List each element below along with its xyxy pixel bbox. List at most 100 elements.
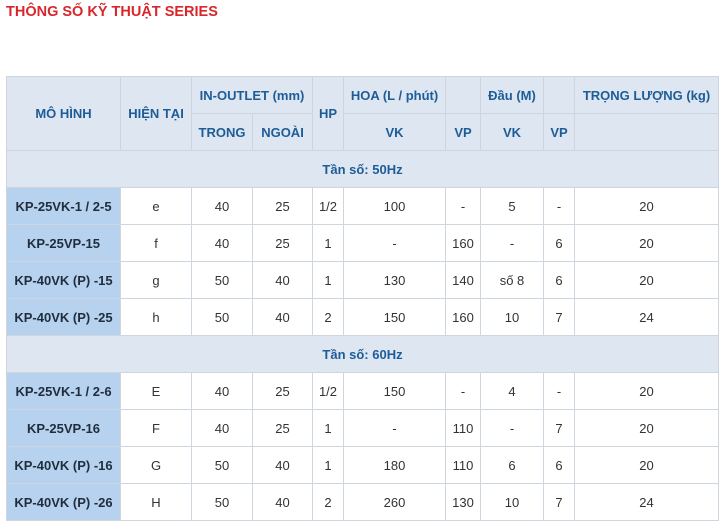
cell-inner: 50 <box>191 298 253 336</box>
cell-flow-vk: - <box>343 224 446 262</box>
cell-head-vp: - <box>543 372 575 410</box>
cell-flow-vk: 180 <box>343 446 446 484</box>
cell-flow-vk: 260 <box>343 483 446 521</box>
table-row: KP-25VK-1 / 2-6 E 40 25 1/2 150-4-20 <box>6 372 719 410</box>
cell-current: H <box>120 483 192 521</box>
table-row: KP-40VK (P) -26 H 50 40 2 260 130 10 7 24 <box>6 483 719 521</box>
header-head: Đầu (M) <box>480 76 544 114</box>
cell-weight: 20 <box>574 446 719 484</box>
table-row: KP-25VP-16 F 40 25 1-110-7 20 <box>6 409 719 447</box>
cell-current: e <box>120 187 192 225</box>
header-inner: TRONG <box>191 113 253 151</box>
cell-head-vk: 5 <box>480 187 544 225</box>
cell-head-vk: - <box>480 224 544 262</box>
page-title: THÔNG SỐ KỸ THUẬT SERIES <box>6 4 218 20</box>
cell-flow-vk: 150 <box>343 298 446 336</box>
frequency-label: Tần số: 60Hz <box>6 335 719 373</box>
cell-hp: 1/2 <box>312 372 344 410</box>
cell-outer: 40 <box>252 261 313 299</box>
cell-outer: 40 <box>252 483 313 521</box>
cell-head-vk: 4 <box>480 372 544 410</box>
cell-flow-vp: 160 <box>445 224 481 262</box>
cell-head-vk: số 8 <box>480 261 544 299</box>
header-current: HIỆN TẠI <box>120 76 192 151</box>
cell-hp: 1 <box>312 224 344 262</box>
cell-hp: 2 <box>312 483 344 521</box>
cell-flow-vp: 110 <box>445 446 481 484</box>
header-weight-blank <box>574 113 719 151</box>
cell-weight: 24 <box>574 483 719 521</box>
cell-inner: 50 <box>191 483 253 521</box>
spec-table: MÔ HÌNH HIỆN TẠI IN-OUTLET (mm) HP HOA (… <box>6 76 719 521</box>
cell-model: KP-40VK (P) -16 <box>6 446 121 484</box>
cell-model: KP-25VK-1 / 2-6 <box>6 372 121 410</box>
table-row: KP-25VP-15 f 40 25 1-160-6 20 <box>6 224 719 262</box>
cell-head-vp: 6 <box>543 446 575 484</box>
cell-model: KP-40VK (P) -15 <box>6 261 121 299</box>
cell-flow-vp: 110 <box>445 409 481 447</box>
cell-current: E <box>120 372 192 410</box>
cell-outer: 40 <box>252 298 313 336</box>
cell-current: G <box>120 446 192 484</box>
cell-flow-vp: 160 <box>445 298 481 336</box>
table-header: MÔ HÌNH HIỆN TẠI IN-OUTLET (mm) HP HOA (… <box>6 76 719 151</box>
table-row: KP-40VK (P) -16 G 50 40 1 180 110 6 6 20 <box>6 446 719 484</box>
header-model: MÔ HÌNH <box>6 76 121 151</box>
table-body: Tần số: 50Hz KP-25VK-1 / 2-5 e 40 25 1/2 100-5… <box>6 150 719 521</box>
cell-weight: 20 <box>574 187 719 225</box>
cell-inner: 40 <box>191 187 253 225</box>
table-row: KP-25VK-1 / 2-5 e 40 25 1/2 100-5-20 <box>6 187 719 225</box>
header-head-vp: VP <box>543 113 575 151</box>
header-head-blank <box>543 76 575 114</box>
cell-flow-vp: 140 <box>445 261 481 299</box>
header-in-outlet: IN-OUTLET (mm) <box>191 76 313 114</box>
section-row: Tần số: 60Hz <box>6 335 719 373</box>
cell-flow-vk: - <box>343 409 446 447</box>
header-flow-blank <box>445 76 481 114</box>
table-row: KP-40VK (P) -15 g 50 40 1 130 140 số 8 6 20 <box>6 261 719 299</box>
header-hp: HP <box>312 76 344 151</box>
cell-weight: 20 <box>574 261 719 299</box>
cell-head-vk: 10 <box>480 298 544 336</box>
header-weight: TRỌNG LƯỢNG (kg) <box>574 76 719 114</box>
header-head-vk: VK <box>480 113 544 151</box>
cell-head-vp: 7 <box>543 409 575 447</box>
cell-hp: 2 <box>312 298 344 336</box>
header-flow: HOA (L / phút) <box>343 76 446 114</box>
cell-outer: 40 <box>252 446 313 484</box>
cell-head-vp: 7 <box>543 298 575 336</box>
cell-outer: 25 <box>252 187 313 225</box>
cell-model: KP-25VK-1 / 2-5 <box>6 187 121 225</box>
cell-model: KP-25VP-15 <box>6 224 121 262</box>
cell-inner: 40 <box>191 224 253 262</box>
frequency-label: Tần số: 50Hz <box>6 150 719 188</box>
cell-head-vp: 7 <box>543 483 575 521</box>
cell-flow-vk: 100 <box>343 187 446 225</box>
cell-inner: 40 <box>191 372 253 410</box>
cell-current: h <box>120 298 192 336</box>
cell-head-vp: 6 <box>543 224 575 262</box>
cell-head-vk: - <box>480 409 544 447</box>
cell-current: F <box>120 409 192 447</box>
cell-head-vk: 6 <box>480 446 544 484</box>
cell-flow-vk: 130 <box>343 261 446 299</box>
cell-flow-vk: 150 <box>343 372 446 410</box>
cell-weight: 24 <box>574 298 719 336</box>
cell-hp: 1/2 <box>312 187 344 225</box>
cell-weight: 20 <box>574 372 719 410</box>
cell-flow-vp: - <box>445 187 481 225</box>
cell-head-vk: 10 <box>480 483 544 521</box>
header-outer: NGOÀI <box>252 113 313 151</box>
cell-outer: 25 <box>252 409 313 447</box>
cell-current: f <box>120 224 192 262</box>
cell-model: KP-40VK (P) -26 <box>6 483 121 521</box>
table-row: KP-40VK (P) -25 h 50 40 2 150 160 10 7 24 <box>6 298 719 336</box>
cell-outer: 25 <box>252 224 313 262</box>
cell-flow-vp: 130 <box>445 483 481 521</box>
cell-model: KP-40VK (P) -25 <box>6 298 121 336</box>
cell-inner: 40 <box>191 409 253 447</box>
cell-hp: 1 <box>312 261 344 299</box>
cell-model: KP-25VP-16 <box>6 409 121 447</box>
cell-outer: 25 <box>252 372 313 410</box>
header-flow-vk: VK <box>343 113 446 151</box>
